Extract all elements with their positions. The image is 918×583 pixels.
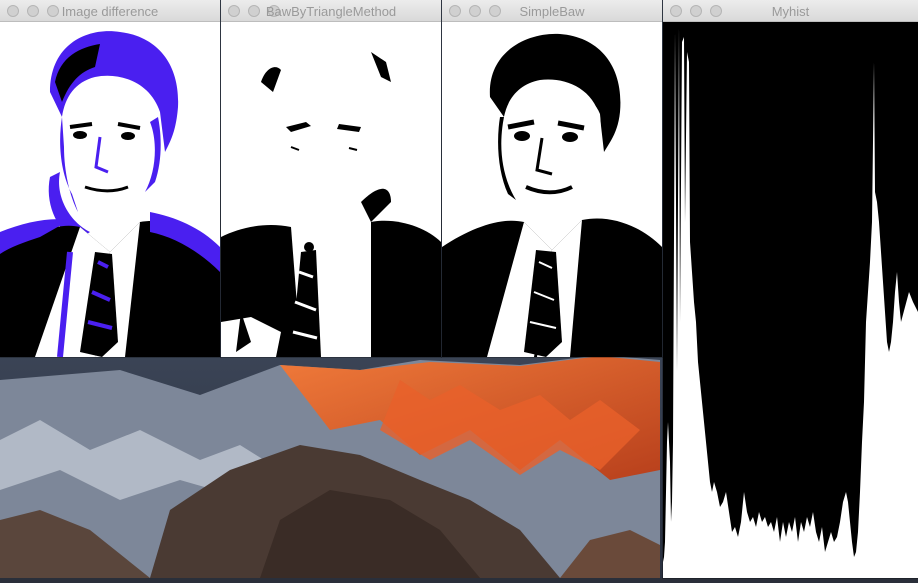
- window-baw-by-triangle-method[interactable]: BawByTriangleMethod: [221, 0, 441, 357]
- window-title: SimpleBaw: [519, 4, 585, 19]
- titlebar[interactable]: SimpleBaw: [442, 0, 662, 22]
- window-title: Image difference: [61, 4, 159, 19]
- window-title: BawByTriangleMethod: [265, 4, 397, 19]
- image-canvas: [442, 22, 662, 357]
- portrait-difference-image: [0, 22, 220, 357]
- titlebar[interactable]: Image difference: [0, 0, 220, 22]
- portrait-triangle-image: [221, 22, 441, 357]
- histogram-canvas: [663, 22, 918, 578]
- window-title: Myhist: [771, 4, 810, 19]
- window-simple-baw[interactable]: SimpleBaw: [442, 0, 662, 357]
- image-canvas: [221, 22, 441, 357]
- image-canvas: [0, 22, 220, 357]
- portrait-simple-threshold-image: [442, 22, 662, 357]
- histogram-image: [663, 22, 918, 578]
- window-myhist[interactable]: Myhist: [663, 0, 918, 578]
- window-image-difference[interactable]: Image difference: [0, 0, 220, 357]
- titlebar[interactable]: Myhist: [663, 0, 918, 22]
- titlebar[interactable]: BawByTriangleMethod: [221, 0, 441, 22]
